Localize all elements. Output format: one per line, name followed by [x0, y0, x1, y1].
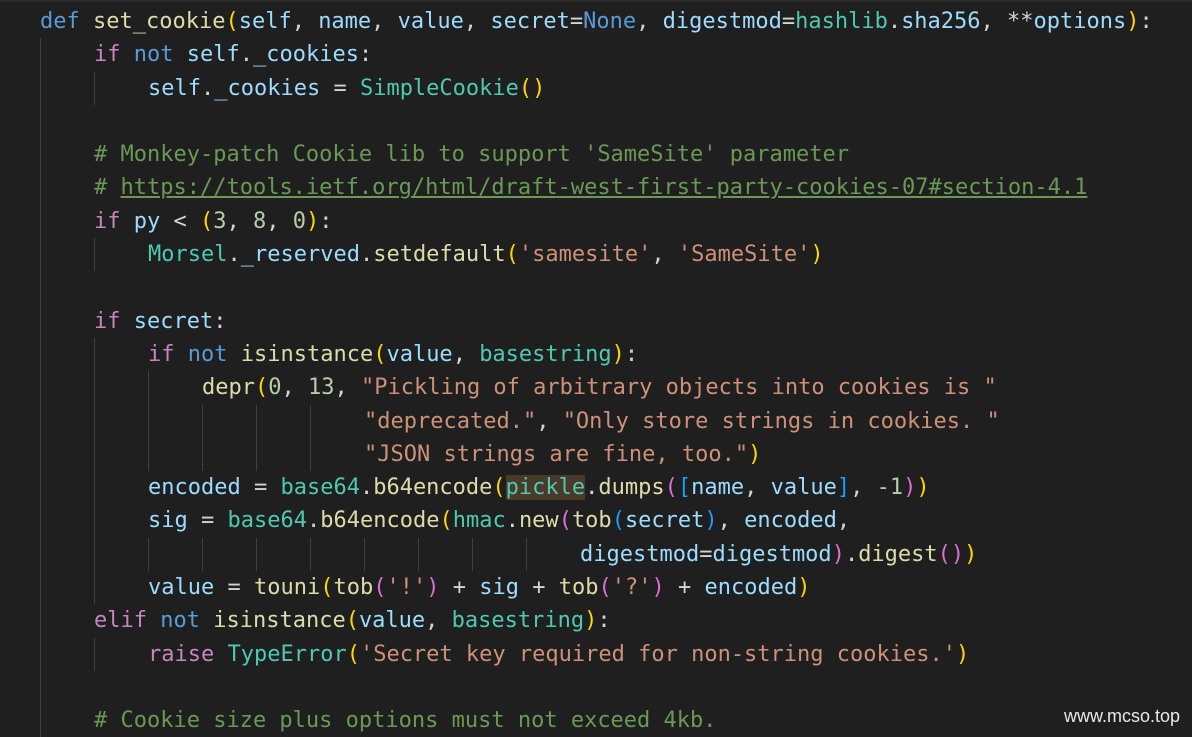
code-line-text: sig = base64.b64encode(hmac.new(tob(secr… [148, 508, 851, 534]
code-line[interactable]: # https://tools.ietf.org/html/draft-west… [0, 171, 1192, 205]
indent-guide [526, 537, 527, 572]
indent-guide [40, 571, 41, 605]
indent-guide [94, 238, 95, 272]
indent-guide [472, 537, 473, 572]
code-line[interactable]: self._cookies = SimpleCookie() [0, 71, 1192, 105]
code-line-text: raise TypeError('Secret key required for… [148, 641, 970, 667]
code-line-text: if not isinstance(value, basestring): [148, 341, 639, 367]
indent-guide [94, 537, 95, 572]
code-line-text: depr(0, 13, "Pickling of arbitrary objec… [202, 375, 997, 401]
indent-guide [310, 404, 311, 438]
indent-guide [202, 437, 203, 472]
code-line[interactable]: "JSON strings are fine, too.") [0, 437, 1192, 472]
indent-guide [40, 304, 41, 338]
indent-guide [40, 71, 41, 105]
indent-guide [40, 337, 41, 372]
code-line[interactable] [0, 104, 1192, 139]
code-line-text: def set_cookie(self, name, value, secret… [40, 9, 1153, 34]
code-line-text: "deprecated.", "Only store strings in co… [364, 408, 1000, 434]
indent-guide [364, 537, 365, 572]
code-line[interactable]: if secret: [0, 304, 1192, 338]
indent-guide [40, 38, 41, 72]
code-line[interactable]: sig = base64.b64encode(hmac.new(tob(secr… [0, 504, 1192, 538]
comment: # Cookie size plus options must not exce… [94, 708, 717, 734]
indent-guide [94, 404, 95, 438]
code-line-text: if py < (3, 8, 0): [94, 208, 333, 234]
indent-guide [40, 637, 41, 671]
indent-guide [256, 537, 257, 572]
indent-guide [310, 437, 311, 472]
code-line[interactable]: value = touni(tob('!') + sig + tob('?') … [0, 571, 1192, 605]
indent-guide [202, 537, 203, 572]
indent-guide [94, 504, 95, 538]
indent-guide [40, 204, 41, 239]
code-line-text: self._cookies = SimpleCookie() [148, 75, 546, 101]
indent-guide [40, 371, 41, 405]
indent-guide [40, 604, 41, 638]
code-line[interactable]: def set_cookie(self, name, value, secret… [0, 5, 1192, 38]
code-line-text: if not self._cookies: [94, 42, 373, 68]
code-line-text: encoded = base64.b64encode(pickle.dumps(… [148, 475, 930, 501]
indent-guide [40, 704, 41, 737]
indent-guide [418, 537, 419, 572]
indent-guide [40, 138, 41, 172]
code-line[interactable]: Morsel._reserved.setdefault('samesite', … [0, 238, 1192, 272]
code-line-text: if secret: [94, 308, 227, 334]
code-line[interactable]: elif not isinstance(value, basestring): [0, 604, 1192, 638]
code-line-text: Morsel._reserved.setdefault('samesite', … [148, 242, 824, 268]
code-line[interactable] [0, 670, 1192, 705]
code-line[interactable]: depr(0, 13, "Pickling of arbitrary objec… [0, 371, 1192, 405]
comment: # Monkey-patch Cookie lib to support 'Sa… [94, 142, 849, 168]
indent-guide [256, 437, 257, 472]
indent-guide [40, 271, 41, 305]
indent-guide [40, 404, 41, 438]
indent-guide [310, 537, 311, 572]
indent-guide [94, 337, 95, 372]
code-line-text: "JSON strings are fine, too.") [364, 441, 762, 467]
indent-guide [148, 404, 149, 438]
watermark: www.mcso.top [1063, 706, 1180, 726]
indent-guide [40, 171, 41, 205]
indent-guide [40, 238, 41, 272]
code-line[interactable]: if not self._cookies: [0, 38, 1192, 72]
indent-guide [148, 537, 149, 572]
code-line[interactable]: raise TypeError('Secret key required for… [0, 637, 1192, 671]
code-line[interactable]: # Monkey-patch Cookie lib to support 'Sa… [0, 138, 1192, 172]
indent-guide [40, 670, 41, 705]
code-line-text: value = touni(tob('!') + sig + tob('?') … [148, 575, 811, 601]
editor-top-border [0, 0, 1192, 2]
indent-guide [94, 637, 95, 671]
indent-guide [148, 371, 149, 405]
indent-guide [40, 104, 41, 139]
code-line-text: elif not isinstance(value, basestring): [94, 608, 611, 634]
indent-guide [94, 371, 95, 405]
code-line-text: # https://tools.ietf.org/html/draft-west… [94, 175, 1088, 201]
code-line[interactable]: "deprecated.", "Only store strings in co… [0, 404, 1192, 438]
comment-link[interactable]: https://tools.ietf.org/html/draft-west-f… [121, 175, 1088, 200]
indent-guide [94, 71, 95, 105]
indent-guide [40, 437, 41, 472]
code-line[interactable]: # Cookie size plus options must not exce… [0, 704, 1192, 737]
code-line[interactable] [0, 271, 1192, 305]
indent-guide [202, 404, 203, 438]
indent-guide [40, 537, 41, 572]
code-line[interactable]: if not isinstance(value, basestring): [0, 337, 1192, 372]
code-line[interactable]: digestmod=digestmod).digest()) [0, 537, 1192, 572]
indent-guide [94, 437, 95, 472]
indent-guide [40, 471, 41, 505]
code-editor[interactable]: def set_cookie(self, name, value, secret… [0, 0, 1192, 737]
indent-guide [94, 471, 95, 505]
code-area[interactable]: def set_cookie(self, name, value, secret… [0, 5, 1192, 737]
indent-guide [40, 504, 41, 538]
indent-guide [148, 437, 149, 472]
code-line[interactable]: encoded = base64.b64encode(pickle.dumps(… [0, 471, 1192, 505]
code-line[interactable]: if py < (3, 8, 0): [0, 204, 1192, 239]
code-line-text: digestmod=digestmod).digest()) [580, 541, 978, 567]
indent-guide [94, 571, 95, 605]
indent-guide [256, 404, 257, 438]
